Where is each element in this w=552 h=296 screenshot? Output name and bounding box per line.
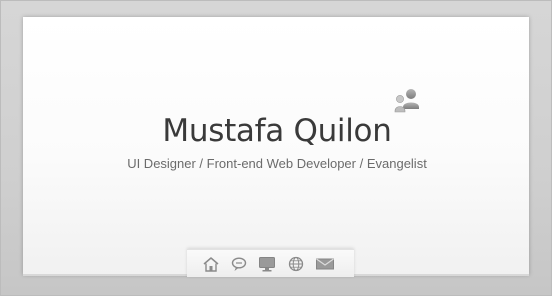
monitor-icon[interactable] — [257, 256, 277, 272]
profile-name: Mustafa Quilon — [162, 113, 392, 149]
globe-icon[interactable] — [286, 256, 306, 272]
nav-bar — [187, 249, 354, 277]
page-frame: Mustafa Quilon UI Designer / Front-end W… — [0, 0, 552, 296]
user-icon[interactable] — [392, 85, 422, 115]
speech-bubble-icon[interactable] — [229, 256, 249, 272]
mail-icon[interactable] — [315, 256, 335, 272]
home-icon[interactable] — [201, 256, 221, 272]
profile-tagline: UI Designer / Front-end Web Developer / … — [127, 156, 427, 171]
